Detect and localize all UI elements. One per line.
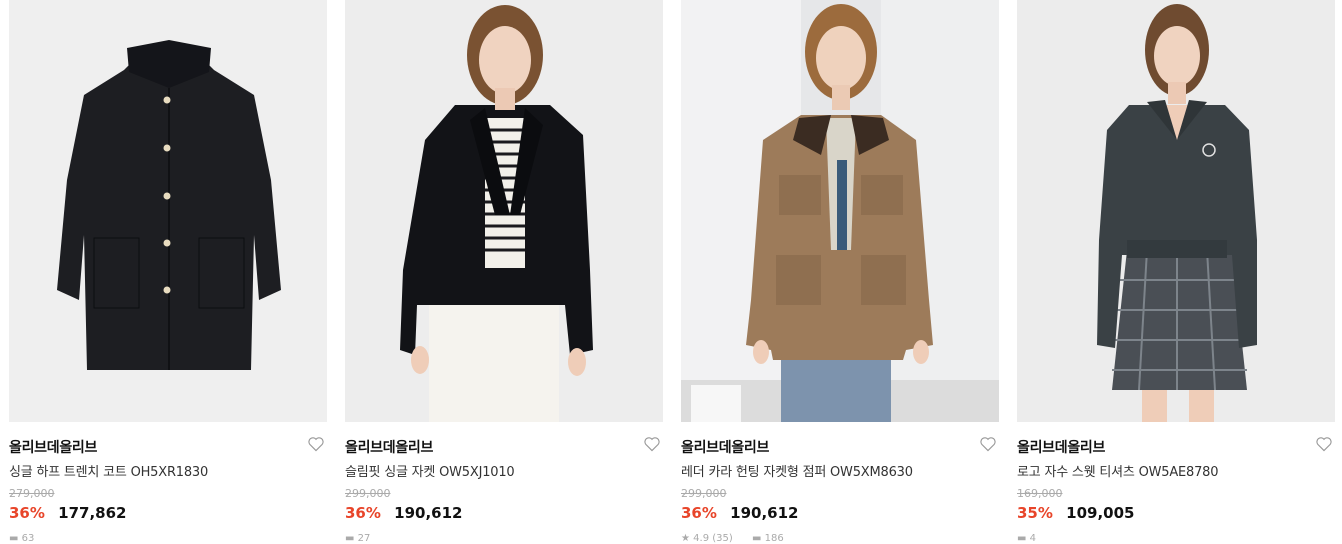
original-price: 279,000 bbox=[9, 487, 55, 500]
sale-price: 177,862 bbox=[58, 504, 127, 522]
product-grid: 올리브데올리브 싱글 하프 트렌치 코트 OH5XR1830 279,000 3… bbox=[0, 0, 1342, 544]
original-price: 299,000 bbox=[681, 487, 727, 500]
product-meta: ▬ 27 bbox=[345, 533, 386, 544]
review-count: ▬ 27 bbox=[345, 533, 371, 544]
sale-price-row: 36% 177,862 bbox=[9, 504, 126, 522]
discount-rate: 36% bbox=[681, 504, 717, 522]
product-meta: ▬ 4 bbox=[1017, 533, 1052, 544]
sale-price-row: 36% 190,612 bbox=[345, 504, 462, 522]
original-price: 299,000 bbox=[345, 487, 391, 500]
product-meta: ▬ 63 bbox=[9, 533, 50, 544]
review-count: ▬ 63 bbox=[9, 533, 35, 544]
sale-price: 190,612 bbox=[394, 504, 463, 522]
product-card[interactable]: 올리브데올리브 싱글 하프 트렌치 코트 OH5XR1830 279,000 3… bbox=[9, 0, 327, 544]
product-image[interactable] bbox=[681, 0, 999, 422]
product-image[interactable] bbox=[1017, 0, 1335, 422]
sale-price: 190,612 bbox=[730, 504, 799, 522]
brand-name: 올리브데올리브 bbox=[681, 440, 770, 456]
review-count: ▬ 4 bbox=[1017, 533, 1037, 544]
sale-price: 109,005 bbox=[1066, 504, 1135, 522]
product-name[interactable]: 슬림핏 싱글 자켓 OW5XJ1010 bbox=[345, 461, 515, 480]
product-name[interactable]: 로고 자수 스웻 티셔츠 OW5AE8780 bbox=[1017, 461, 1219, 480]
original-price: 169,000 bbox=[1017, 487, 1063, 500]
heart-outline-icon[interactable] bbox=[643, 436, 661, 452]
product-card[interactable]: 올리브데올리브 슬림핏 싱글 자켓 OW5XJ1010 299,000 36% … bbox=[345, 0, 663, 544]
discount-rate: 36% bbox=[345, 504, 381, 522]
brand-name: 올리브데올리브 bbox=[1017, 440, 1106, 456]
sale-price-row: 35% 109,005 bbox=[1017, 504, 1134, 522]
product-image[interactable] bbox=[345, 0, 663, 422]
brand-name: 올리브데올리브 bbox=[345, 440, 434, 456]
heart-outline-icon[interactable] bbox=[307, 436, 325, 452]
rating: ★ 4.9 (35) bbox=[681, 533, 733, 544]
product-name[interactable]: 싱글 하프 트렌치 코트 OH5XR1830 bbox=[9, 461, 208, 480]
product-card[interactable]: 올리브데올리브 레더 카라 헌팅 자켓형 점퍼 OW5XM8630 299,00… bbox=[681, 0, 999, 544]
product-meta: ★ 4.9 (35) ▬ 186 bbox=[681, 533, 800, 544]
brand-name: 올리브데올리브 bbox=[9, 440, 98, 456]
heart-outline-icon[interactable] bbox=[1315, 436, 1333, 452]
discount-rate: 35% bbox=[1017, 504, 1053, 522]
product-name[interactable]: 레더 카라 헌팅 자켓형 점퍼 OW5XM8630 bbox=[681, 461, 913, 480]
product-image[interactable] bbox=[9, 0, 327, 422]
discount-rate: 36% bbox=[9, 504, 45, 522]
review-count: ▬ 186 bbox=[751, 533, 784, 544]
heart-outline-icon[interactable] bbox=[979, 436, 997, 452]
sale-price-row: 36% 190,612 bbox=[681, 504, 798, 522]
product-card[interactable]: 올리브데올리브 로고 자수 스웻 티셔츠 OW5AE8780 169,000 3… bbox=[1017, 0, 1335, 544]
